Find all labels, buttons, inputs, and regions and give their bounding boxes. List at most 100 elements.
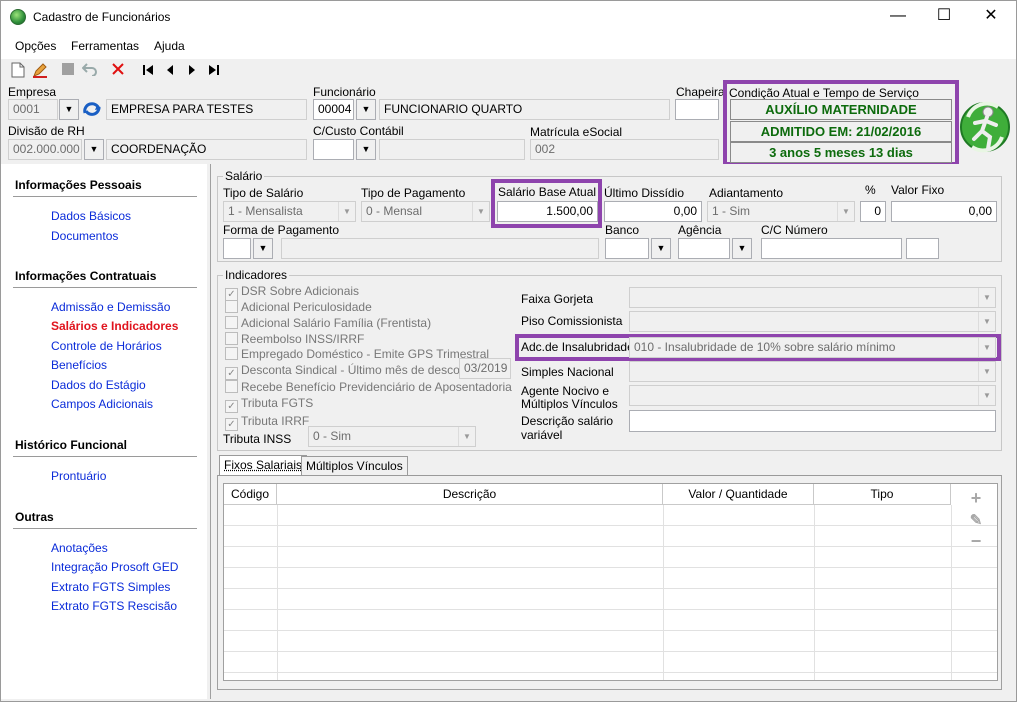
table-row[interactable]	[224, 610, 997, 631]
simples-select[interactable]: ▼	[629, 361, 996, 382]
next-record-icon[interactable]	[183, 62, 201, 80]
sidebar-item-dados-basicos[interactable]: Dados Básicos	[51, 209, 131, 223]
table-row[interactable]	[224, 505, 997, 526]
empresa-name-field: EMPRESA PARA TESTES	[106, 99, 307, 120]
sindical-mes-field[interactable]: 03/2019	[459, 358, 511, 379]
forma-pagamento-desc	[281, 238, 599, 259]
save-stop-icon[interactable]	[59, 62, 77, 80]
agencia-field[interactable]	[678, 238, 730, 259]
menu-opcoes[interactable]: Opções	[15, 39, 56, 53]
menu-ferramentas[interactable]: Ferramentas	[71, 39, 139, 53]
new-doc-icon[interactable]	[9, 62, 27, 80]
add-icon[interactable]: +	[967, 488, 985, 509]
descricao-field[interactable]	[629, 410, 996, 432]
check-periculosidade[interactable]: Adicional Periculosidade	[225, 300, 372, 314]
table-row[interactable]	[224, 568, 997, 589]
check-reembolso[interactable]: Reembolso INSS/IRRF	[225, 332, 364, 346]
descricao-label-1: Descrição salário	[521, 414, 614, 428]
divisao-dropdown[interactable]: ▼	[84, 139, 104, 160]
ccusto-dropdown[interactable]: ▼	[356, 139, 376, 160]
sidebar-item-prontuario[interactable]: Prontuário	[51, 469, 106, 483]
cc-digito-field[interactable]	[906, 238, 939, 259]
check-label: Adicional Periculosidade	[241, 300, 372, 314]
close-button[interactable]: ✕	[968, 1, 1014, 33]
table-row[interactable]	[224, 526, 997, 547]
prev-record-icon[interactable]	[161, 62, 179, 80]
first-record-icon[interactable]	[139, 62, 157, 80]
edit-icon[interactable]: ✎	[967, 511, 985, 529]
chevron-down-icon: ▼	[978, 362, 995, 381]
sidebar-item-beneficios[interactable]: Benefícios	[51, 358, 107, 372]
sidebar-item-fgts-rescisao[interactable]: Extrato FGTS Rescisão	[51, 599, 177, 613]
checkbox-icon	[225, 316, 238, 329]
empresa-dropdown[interactable]: ▼	[59, 99, 79, 120]
col-header-descricao[interactable]: Descrição	[277, 484, 663, 505]
sidebar-item-horarios[interactable]: Controle de Horários	[51, 339, 162, 353]
sidebar-item-salarios[interactable]: Salários e Indicadores	[51, 319, 178, 333]
sidebar-section-outras: Outras	[15, 510, 54, 524]
check-fgts[interactable]: ✓ Tributa FGTS	[225, 396, 313, 413]
funcionario-code-field[interactable]: 00004	[313, 99, 354, 120]
adiantamento-select[interactable]: 1 - Sim ▼	[707, 201, 855, 222]
banco-field[interactable]	[605, 238, 649, 259]
tab-multiplos-vinculos[interactable]: Múltiplos Vínculos	[301, 456, 408, 475]
remove-icon[interactable]: −	[967, 531, 985, 552]
tipo-salario-select[interactable]: 1 - Mensalista ▼	[223, 201, 356, 222]
faixa-gorjeta-select[interactable]: ▼	[629, 287, 996, 308]
checkbox-checked-icon: ✓	[225, 367, 238, 380]
sidebar-item-campos-adicionais[interactable]: Campos Adicionais	[51, 397, 153, 411]
col-header-valor[interactable]: Valor / Quantidade	[663, 484, 814, 505]
sidebar-item-estagio[interactable]: Dados do Estágio	[51, 378, 146, 392]
agencia-dropdown[interactable]: ▼	[732, 238, 752, 259]
tab-fixos-salariais[interactable]: Fixos Salariais	[219, 455, 308, 476]
matricula-field: 002	[530, 139, 719, 160]
check-aposentadoria[interactable]: Recebe Benefício Previdenciário de Apose…	[225, 380, 512, 394]
sidebar-item-documentos[interactable]: Documentos	[51, 229, 118, 243]
salario-base-field[interactable]: 1.500,00	[497, 201, 598, 222]
menu-ajuda[interactable]: Ajuda	[154, 39, 185, 53]
piso-select[interactable]: ▼	[629, 311, 996, 332]
tributa-inss-select[interactable]: 0 - Sim ▼	[308, 426, 476, 447]
agencia-label: Agência	[678, 223, 722, 237]
check-label: Tributa IRRF	[241, 414, 310, 428]
last-record-icon[interactable]	[205, 62, 223, 80]
table-row[interactable]	[224, 547, 997, 568]
refresh-empresa-icon[interactable]	[81, 101, 103, 119]
valor-fixo-field[interactable]: 0,00	[891, 201, 997, 222]
cc-field[interactable]	[761, 238, 902, 259]
matricula-label: Matrícula eSocial	[530, 125, 623, 139]
ultimo-dissidio-field[interactable]: 0,00	[604, 201, 702, 222]
sidebar-item-anotacoes[interactable]: Anotações	[51, 541, 108, 555]
check-domestico[interactable]: Empregado Doméstico - Emite GPS Trimestr…	[225, 347, 489, 361]
check-label: Tributa FGTS	[241, 396, 314, 410]
maximize-button[interactable]: ☐	[921, 1, 967, 33]
tipo-pagamento-select[interactable]: 0 - Mensal ▼	[361, 201, 490, 222]
banco-dropdown[interactable]: ▼	[651, 238, 671, 259]
col-header-tipo[interactable]: Tipo	[814, 484, 951, 505]
empresa-code-field[interactable]: 0001	[8, 99, 58, 120]
check-irrf[interactable]: ✓ Tributa IRRF	[225, 414, 309, 431]
sidebar-item-ged[interactable]: Integração Prosoft GED	[51, 560, 178, 574]
edit-pencil-icon[interactable]	[31, 62, 49, 80]
check-salario-familia[interactable]: Adicional Salário Família (Frentista)	[225, 316, 431, 330]
minimize-button[interactable]: —	[875, 1, 921, 33]
ccusto-field[interactable]	[313, 139, 354, 160]
sidebar-item-fgts-simples[interactable]: Extrato FGTS Simples	[51, 580, 170, 594]
forma-pagamento-dropdown[interactable]: ▼	[253, 238, 273, 259]
col-header-codigo[interactable]: Código	[224, 484, 277, 505]
table-row[interactable]	[224, 589, 997, 610]
check-sindical[interactable]: ✓ Desconta Sindical - Último mês de desco…	[225, 363, 476, 380]
chapeira-field[interactable]	[675, 99, 719, 120]
undo-icon[interactable]	[81, 62, 99, 80]
delete-x-icon[interactable]	[109, 62, 127, 80]
sidebar-item-admissao[interactable]: Admissão e Demissão	[51, 300, 170, 314]
forma-pagamento-field[interactable]	[223, 238, 251, 259]
insalubridade-select[interactable]: 010 - Insalubridade de 10% sobre salário…	[629, 337, 996, 358]
divisao-code-field[interactable]: 002.000.000	[8, 139, 82, 160]
pct-field[interactable]: 0	[860, 201, 886, 222]
table-row[interactable]	[224, 652, 997, 673]
funcionario-dropdown[interactable]: ▼	[356, 99, 376, 120]
check-dsr[interactable]: ✓ DSR Sobre Adicionais	[225, 284, 359, 301]
table-row[interactable]	[224, 631, 997, 652]
agente-select[interactable]: ▼	[629, 385, 996, 406]
